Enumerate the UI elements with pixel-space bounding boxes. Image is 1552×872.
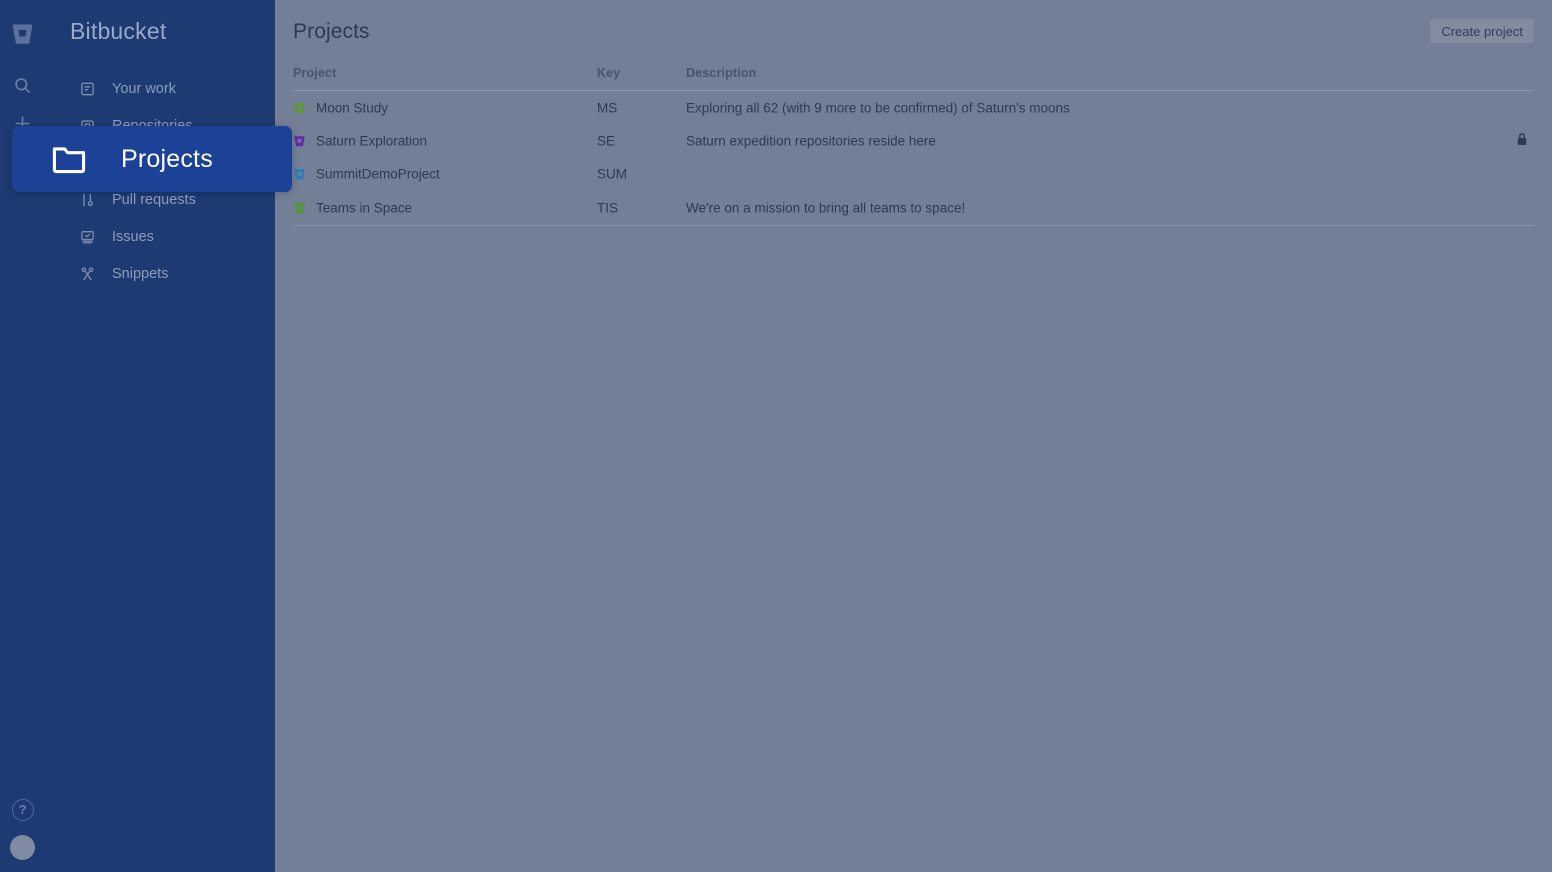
sidebar-item-issues[interactable]: Issues xyxy=(44,218,275,255)
project-avatar-icon xyxy=(294,102,305,113)
projects-table: Project Key Description Moon Study MS Ex… xyxy=(293,66,1534,226)
avatar[interactable] xyxy=(10,835,35,860)
project-name-cell[interactable]: Moon Study xyxy=(293,100,388,115)
project-description-cell: Exploring all 62 (with 9 more to be conf… xyxy=(686,100,1070,116)
project-name-cell[interactable]: Teams in Space xyxy=(293,200,412,215)
page-title: Projects xyxy=(293,20,370,43)
project-name-label: Moon Study xyxy=(316,100,389,116)
project-name-cell[interactable]: SummitDemoProject xyxy=(293,167,440,182)
project-name-label: Saturn Exploration xyxy=(316,133,428,149)
sidebar-item-your-work[interactable]: Your work xyxy=(44,70,275,107)
table-bottom-divider xyxy=(293,224,1534,226)
lock-icon xyxy=(1516,133,1528,150)
projects-highlight-label: Projects xyxy=(121,144,213,173)
project-name-label: SummitDemoProject xyxy=(316,166,440,182)
table-row[interactable]: Moon Study MS Exploring all 62 (with 9 m… xyxy=(293,91,1534,124)
brand-title: Bitbucket xyxy=(70,18,167,44)
your-work-icon xyxy=(78,79,97,98)
sidebar-item-label: Issues xyxy=(112,228,154,245)
table-row[interactable]: Saturn Exploration SE Saturn expedition … xyxy=(293,124,1534,157)
sidebar-item-label: Snippets xyxy=(112,265,169,282)
project-key-cell: SE xyxy=(597,133,616,149)
pull-requests-icon xyxy=(78,190,97,209)
sidebar-item-label: Pull requests xyxy=(112,191,196,208)
search-icon[interactable] xyxy=(9,72,35,98)
projects-highlight-overlay[interactable]: Projects xyxy=(12,126,292,192)
project-avatar-icon xyxy=(294,136,305,147)
create-project-button[interactable]: Create project xyxy=(1430,19,1534,43)
column-header-project: Project xyxy=(293,66,337,80)
project-name-label: Teams in Space xyxy=(316,200,413,216)
table-header-row: Project Key Description xyxy=(293,66,1534,91)
project-key-cell: MS xyxy=(597,100,618,116)
avatar-image xyxy=(10,835,35,860)
help-icon-label: ? xyxy=(11,798,34,821)
project-name-cell[interactable]: Saturn Exploration xyxy=(293,134,427,149)
project-key-cell: SUM xyxy=(597,166,627,182)
project-key-cell: TIS xyxy=(597,200,619,216)
sidebar-item-snippets[interactable]: Snippets xyxy=(44,255,275,292)
folder-icon xyxy=(50,144,88,175)
help-icon[interactable]: ? xyxy=(10,797,35,822)
column-header-key: Key xyxy=(597,66,621,80)
issues-icon xyxy=(78,227,97,246)
column-header-description: Description xyxy=(686,66,757,80)
bitbucket-logo-icon[interactable] xyxy=(9,20,35,46)
project-description-cell: We're on a mission to bring all teams to… xyxy=(686,200,966,216)
project-avatar-icon xyxy=(294,203,305,214)
table-row[interactable]: SummitDemoProject SUM xyxy=(293,158,1534,191)
bitbucket-projects-page: ? Bitbucket Your work Pull requests Issu… xyxy=(0,0,1552,872)
main-content: Projects Create project Project Key Desc… xyxy=(275,0,1552,872)
project-description-cell: Saturn expedition repositories reside he… xyxy=(686,133,936,149)
sidebar-item-label: Your work xyxy=(112,80,176,97)
snippets-icon xyxy=(78,264,97,283)
table-row[interactable]: Teams in Space TIS We're on a mission to… xyxy=(293,191,1534,224)
project-avatar-icon xyxy=(294,169,305,180)
